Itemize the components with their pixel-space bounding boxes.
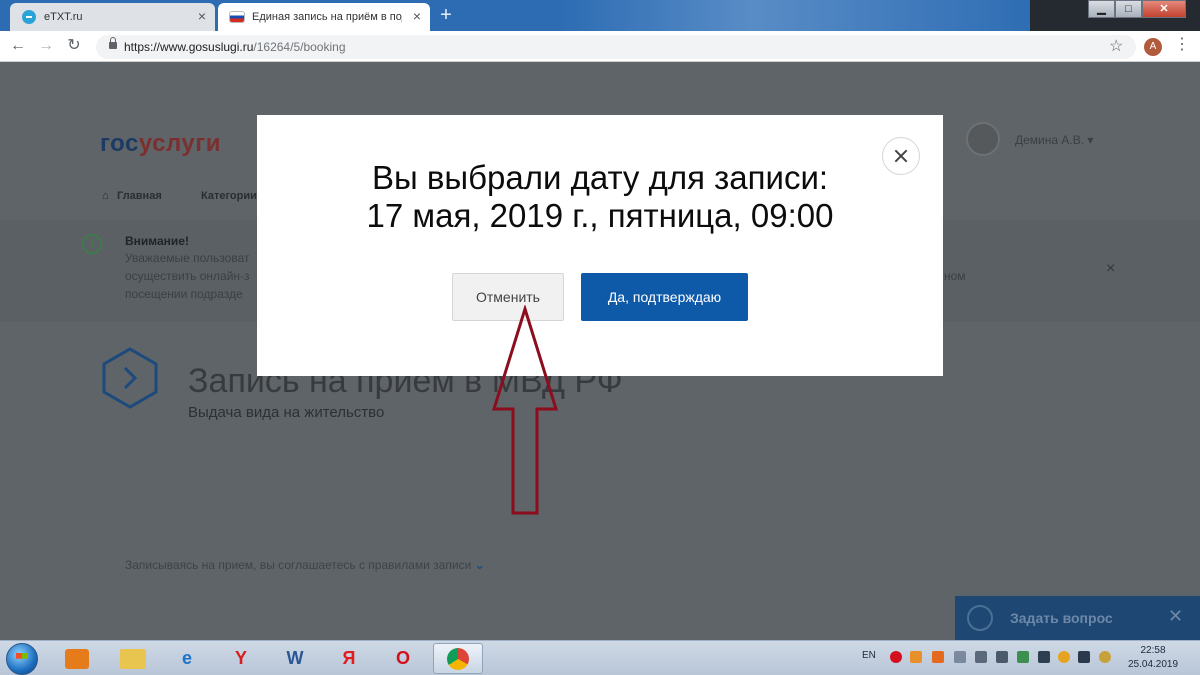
profile-avatar[interactable]: A	[1144, 38, 1162, 56]
speaker-tray-icon[interactable]	[975, 651, 987, 663]
smiley-tray-icon[interactable]	[1099, 651, 1111, 663]
alert-text-line: Уважаемые пользоват	[125, 251, 250, 265]
nav-categories[interactable]: Категории	[201, 190, 257, 202]
agreement-note[interactable]: Записываясь на прием, вы соглашаетесь с …	[125, 558, 485, 572]
gosuslugi-logo[interactable]: госуслуги	[100, 130, 221, 158]
logo-part-uslugi: услуги	[138, 130, 221, 157]
app-tray-icon[interactable]	[932, 651, 944, 663]
russia-flag-icon	[230, 12, 244, 22]
opera-tray-icon[interactable]	[890, 651, 902, 663]
dialog-heading: Вы выбрали дату для записи: 17 мая, 2019…	[257, 159, 943, 235]
windows-taskbar: e Y W Я O EN 22:58 25.04.2019	[0, 640, 1200, 675]
bookmark-star-icon[interactable]: ☆	[1109, 36, 1123, 56]
hardware-tray-icon[interactable]	[1017, 651, 1029, 663]
word-icon[interactable]: W	[270, 643, 320, 674]
logo-part-gos: гос	[100, 130, 139, 157]
reload-icon[interactable]: ↻	[64, 37, 84, 55]
url-field[interactable]: https://www.gosuslugi.ru/16264/5/booking	[96, 35, 1136, 59]
tab-etxt[interactable]: eTXT.ru ×	[10, 3, 215, 31]
alert-text-line: посещении подразде	[125, 287, 243, 301]
close-window-button[interactable]: ✕	[1142, 0, 1186, 18]
minimize-button[interactable]: ▁	[1088, 0, 1115, 18]
alert-close-icon[interactable]: ×	[1106, 260, 1115, 278]
internet-explorer-icon[interactable]: e	[162, 643, 212, 674]
clock-time: 22:58	[1140, 645, 1166, 656]
flower-tray-icon[interactable]	[1058, 651, 1070, 663]
new-tab-button[interactable]: +	[434, 5, 458, 27]
menu-dots-icon[interactable]: ⋮	[1174, 35, 1190, 55]
volume-icon[interactable]	[996, 651, 1008, 663]
flag-icon[interactable]	[1078, 651, 1090, 663]
tab-close-icon[interactable]: ×	[198, 9, 206, 23]
address-toolbar: ← → ↻ https://www.gosuslugi.ru/16264/5/b…	[0, 31, 1200, 62]
chat-close-icon[interactable]: ✕	[1168, 606, 1183, 627]
window-glare	[560, 0, 1040, 31]
home-icon[interactable]: ⌂	[102, 190, 109, 202]
agreement-text: Записываясь на прием, вы соглашаетесь с …	[125, 558, 472, 572]
ask-question-widget[interactable]: Задать вопрос ✕	[955, 596, 1200, 640]
ok-tray-icon[interactable]	[910, 651, 922, 663]
start-button[interactable]	[6, 643, 38, 675]
confirm-button[interactable]: Да, подтверждаю	[581, 273, 748, 321]
tab-close-icon[interactable]: ×	[413, 9, 421, 23]
tab-title: eTXT.ru	[44, 11, 83, 23]
lock-icon	[109, 37, 117, 49]
chrome-icon[interactable]	[433, 643, 483, 674]
etxt-favicon-icon	[22, 10, 36, 24]
url-path: /16264/5/booking	[253, 40, 346, 54]
url-text: https://www.gosuslugi.ru/16264/5/booking	[124, 40, 346, 54]
forward-arrow-icon[interactable]: →	[36, 37, 56, 55]
chat-robot-icon	[967, 605, 993, 631]
media-player-icon[interactable]	[52, 643, 102, 674]
nav-home[interactable]: Главная	[117, 190, 162, 202]
network-icon[interactable]	[1038, 651, 1050, 663]
alert-title: Внимание!	[125, 234, 189, 248]
tab-title: Единая запись на приём в подр	[252, 11, 402, 23]
alert-text-line: осуществить онлайн-з	[125, 269, 250, 283]
chevron-down-icon: ⌄	[474, 558, 485, 572]
yandex-icon[interactable]: Я	[324, 643, 374, 674]
user-name[interactable]: Демина А.В. ▾	[1015, 133, 1093, 147]
system-clock[interactable]: 22:58 25.04.2019	[1128, 644, 1178, 672]
device-tray-icon[interactable]	[954, 651, 966, 663]
url-host: https://www.gosuslugi.ru	[124, 40, 254, 54]
browser-tab-strip: eTXT.ru × Единая запись на приём в подр …	[0, 0, 1200, 31]
dialog-heading-line2: 17 мая, 2019 г., пятница, 09:00	[366, 197, 834, 234]
dialog-heading-line1: Вы выбрали дату для записи:	[371, 159, 829, 196]
exclamation-icon: !	[82, 234, 102, 254]
service-hexagon-icon	[102, 347, 158, 409]
clock-date: 25.04.2019	[1128, 659, 1179, 670]
back-arrow-icon[interactable]: ←	[8, 37, 28, 55]
tab-gosuslugi[interactable]: Единая запись на приём в подр ×	[218, 3, 430, 31]
opera-icon[interactable]: O	[378, 643, 428, 674]
user-avatar[interactable]	[966, 122, 1000, 156]
window-controls: ▁ □ ✕	[1088, 0, 1186, 18]
chat-label: Задать вопрос	[1010, 610, 1113, 626]
yandex-browser-icon[interactable]: Y	[216, 643, 266, 674]
service-subtitle: Выдача вида на жительство	[188, 404, 385, 421]
confirm-date-dialog: Вы выбрали дату для записи: 17 мая, 2019…	[257, 115, 943, 376]
language-indicator[interactable]: EN	[862, 650, 876, 661]
file-explorer-icon[interactable]	[108, 643, 158, 674]
annotation-arrow-icon	[491, 305, 559, 515]
alert-text-fragment: ном	[944, 269, 966, 283]
maximize-button[interactable]: □	[1115, 0, 1142, 18]
